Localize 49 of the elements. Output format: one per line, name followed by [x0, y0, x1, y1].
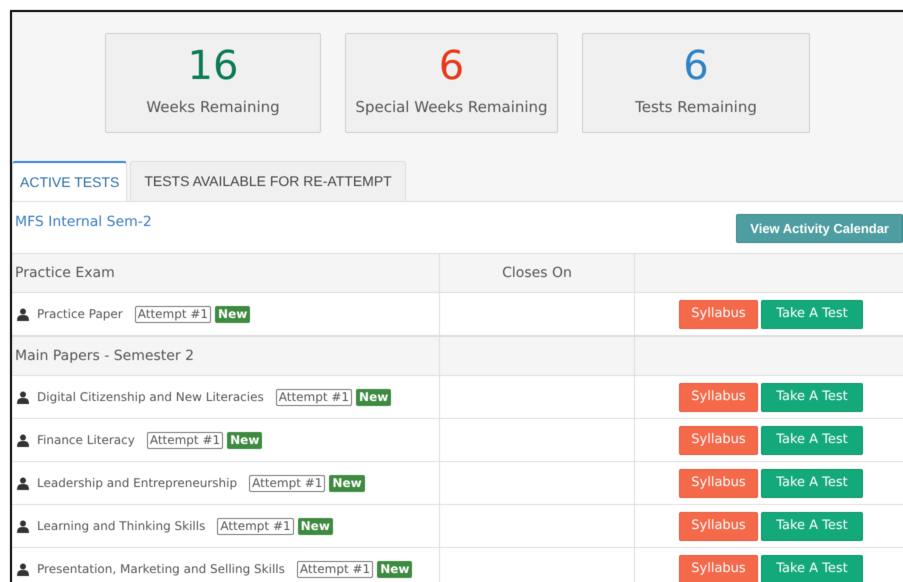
course-link[interactable]: MFS Internal Sem-2	[15, 212, 152, 233]
take-test-button[interactable]: Take A Test	[761, 468, 863, 498]
syllabus-button[interactable]: Syllabus	[679, 300, 758, 328]
view-calendar-button[interactable]: View Activity Calendar	[736, 214, 903, 243]
stat-label: Special Weeks Remaining	[355, 97, 548, 118]
test-name: Presentation, Marketing and Selling Skills	[37, 561, 285, 578]
syllabus-button[interactable]: Syllabus	[679, 554, 758, 582]
user-icon	[17, 308, 29, 320]
stat-value: 6	[438, 42, 464, 90]
new-badge: New	[329, 474, 365, 492]
new-badge: New	[377, 560, 412, 578]
take-test-button[interactable]: Take A Test	[761, 382, 863, 412]
take-test-button[interactable]: Take A Test	[761, 512, 863, 540]
test-name: Practice Paper	[37, 306, 123, 323]
user-icon	[17, 562, 29, 576]
user-icon	[17, 476, 29, 490]
syllabus-button[interactable]: Syllabus	[679, 382, 758, 412]
take-test-button[interactable]: Take A Test	[761, 300, 863, 328]
stat-value: 6	[683, 42, 709, 90]
take-test-button[interactable]: Take A Test	[761, 554, 863, 582]
stat-value: 16	[188, 42, 238, 90]
group-heading: Practice Exam	[15, 264, 115, 282]
attempt-tag: Attempt #1	[296, 560, 374, 578]
user-icon	[17, 520, 29, 532]
new-badge: New	[298, 518, 333, 534]
new-badge: New	[227, 432, 262, 448]
user-icon	[17, 434, 29, 446]
new-badge: New	[215, 306, 250, 322]
stat-label: Weeks Remaining	[146, 97, 280, 118]
syllabus-button[interactable]: Syllabus	[679, 468, 758, 498]
new-badge: New	[356, 388, 392, 406]
stat-label: Tests Remaining	[635, 97, 757, 118]
test-name: Learning and Thinking Skills	[37, 518, 206, 535]
test-name: Leadership and Entrepreneurship	[37, 475, 238, 492]
tab[interactable]: ACTIVE TESTS	[12, 161, 128, 201]
user-icon	[17, 390, 29, 404]
attempt-tag: Attempt #1	[217, 518, 294, 534]
syllabus-button[interactable]: Syllabus	[679, 512, 758, 540]
attempt-tag: Attempt #1	[276, 388, 352, 406]
take-test-button[interactable]: Take A Test	[761, 426, 863, 454]
column-heading: Closes On	[502, 264, 572, 282]
attempt-tag: Attempt #1	[134, 306, 212, 322]
test-name: Digital Citizenship and New Literacies	[37, 389, 264, 406]
test-name: Finance Literacy	[37, 432, 135, 449]
attempt-tag: Attempt #1	[146, 432, 224, 448]
group-heading: Main Papers - Semester 2	[15, 346, 194, 366]
tab[interactable]: TESTS AVAILABLE FOR RE-ATTEMPT	[130, 161, 406, 201]
syllabus-button[interactable]: Syllabus	[679, 426, 758, 454]
attempt-tag: Attempt #1	[249, 474, 326, 492]
